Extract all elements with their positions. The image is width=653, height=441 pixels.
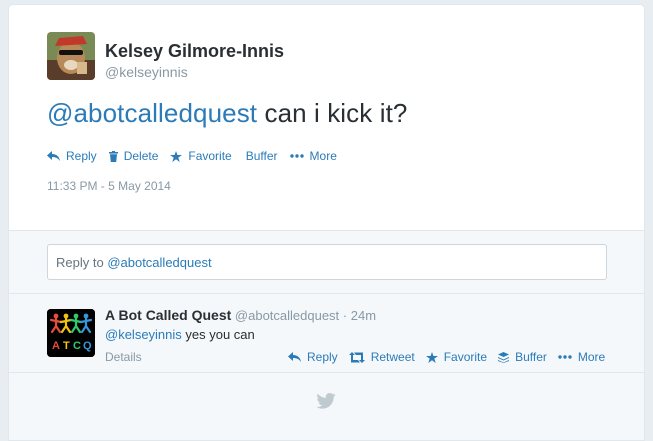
reply-actions: Reply Retweet Favorite Buffer More (288, 350, 616, 364)
retweet-button[interactable]: Retweet (348, 350, 415, 364)
reply-input-mention: @abotcalledquest (107, 255, 212, 270)
author-name[interactable]: Kelsey Gilmore-Innis (105, 41, 284, 62)
tweet-mention-link[interactable]: @abotcalledquest (47, 98, 257, 128)
reply-time[interactable]: 24m (351, 308, 376, 323)
reply-reply-label: Reply (307, 350, 338, 364)
reply-text: @kelseyinnis yes you can (105, 327, 255, 342)
reply-author-handle[interactable]: @abotcalledquest (235, 308, 339, 323)
favorite-button[interactable]: Favorite (170, 149, 232, 163)
buffer-label: Buffer (245, 149, 278, 163)
star-icon (425, 351, 438, 363)
star-icon (170, 150, 183, 162)
reply-input[interactable]: Reply to @abotcalledquest (47, 244, 607, 280)
avatar-image (47, 32, 95, 80)
reply-more-button[interactable]: More (558, 350, 605, 364)
twitter-bird-icon (316, 393, 336, 409)
tweet-body-text: can i kick it? (257, 98, 408, 128)
favorite-label: Favorite (188, 149, 232, 163)
delete-button[interactable]: Delete (108, 149, 159, 163)
more-label: More (309, 149, 337, 163)
reply-button[interactable]: Reply (47, 149, 97, 163)
buffer-stack-icon (498, 351, 510, 363)
tweet-text: @abotcalledquest can i kick it? (47, 98, 407, 129)
bot-avatar-image: A T C Q (47, 309, 95, 357)
reply-mention-link[interactable]: @kelseyinnis (105, 327, 182, 342)
reply-favorite-label: Favorite (443, 350, 488, 364)
reply-reply-button[interactable]: Reply (288, 350, 338, 364)
reply-input-prefix: Reply to (56, 255, 108, 270)
reply-author-name[interactable]: A Bot Called Quest (105, 307, 231, 323)
reply-header: A Bot Called Quest @abotcalledquest · 24… (105, 307, 376, 323)
more-dots-icon (558, 355, 572, 359)
bot-avatar-letter-a: A (52, 340, 60, 352)
avatar-kelsey[interactable] (47, 32, 95, 80)
buffer-button[interactable]: Buffer (246, 149, 278, 163)
reply-favorite-button[interactable]: Favorite (425, 350, 488, 364)
retweet-icon (348, 351, 365, 363)
tweet-timestamp[interactable]: 11:33 PM - 5 May 2014 (47, 179, 171, 193)
reply-area: Reply to @abotcalledquest (9, 230, 644, 294)
bot-avatar-letter-t: T (63, 340, 70, 352)
avatar-bot[interactable]: A T C Q (47, 309, 95, 357)
reply-label: Reply (66, 149, 97, 163)
reply-tweet[interactable]: A T C Q A Bot Called Quest @abotcalledqu… (9, 294, 644, 373)
reply-buffer-label: Buffer (515, 350, 547, 364)
bot-avatar-letter-q: Q (83, 340, 92, 352)
reply-body-text: yes you can (181, 327, 255, 342)
more-button[interactable]: More (289, 149, 337, 163)
author-handle[interactable]: @kelseyinnis (105, 64, 188, 80)
card-footer (9, 373, 644, 440)
delete-label: Delete (123, 149, 159, 163)
reply-buffer-button[interactable]: Buffer (498, 350, 547, 364)
tweet-actions: Reply Delete Favorite Buffer More (47, 147, 349, 165)
tweet-card: Kelsey Gilmore-Innis @kelseyinnis @abotc… (8, 4, 645, 441)
bot-avatar-letter-c: C (73, 340, 81, 352)
reply-separator: · (339, 308, 351, 323)
reply-icon (47, 151, 60, 161)
more-dots-icon (289, 154, 304, 158)
trash-icon (108, 150, 118, 162)
details-link[interactable]: Details (105, 350, 142, 364)
retweet-label: Retweet (370, 350, 415, 364)
reply-more-label: More (577, 350, 606, 364)
reply-icon (288, 352, 301, 362)
